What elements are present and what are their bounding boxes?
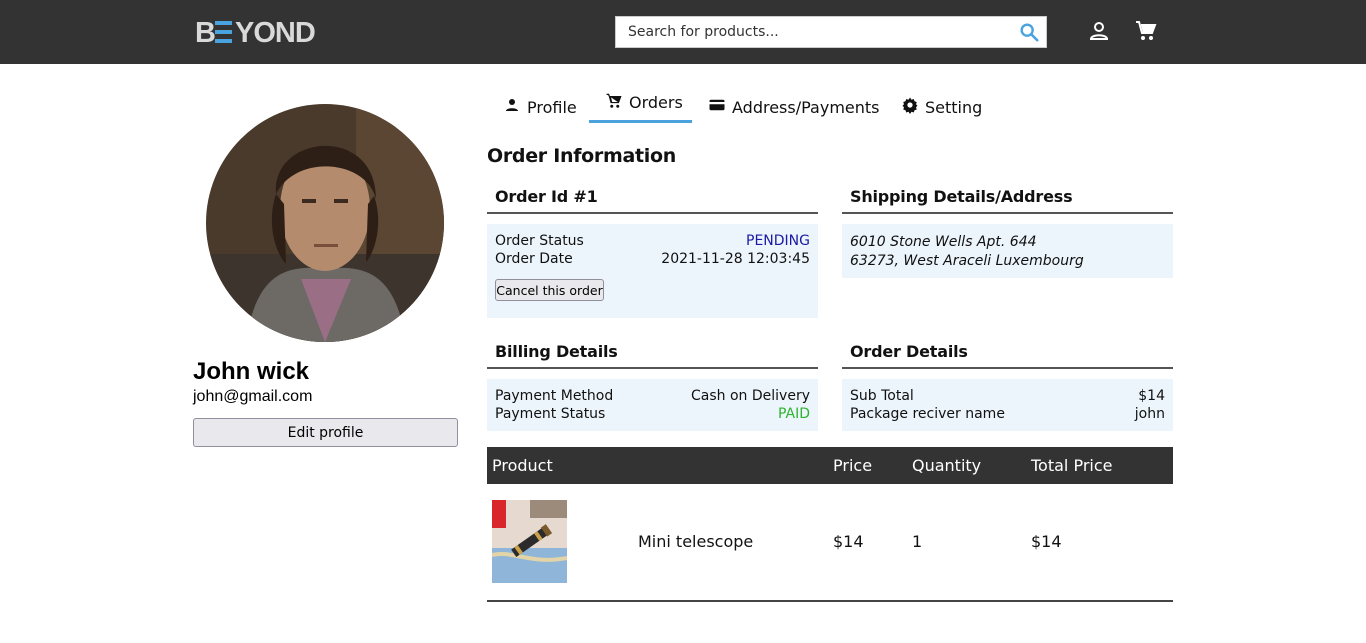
beyond-logo[interactable]: B YOND [195,16,321,49]
tab-address-payments[interactable]: Address/Payments [692,88,896,126]
order-date-value: 2021-11-28 12:03:45 [661,251,810,267]
user-email: john@gmail.com [193,388,313,405]
svg-text:B: B [195,17,215,48]
shipping-heading: Shipping Details/Address [842,182,1173,214]
receiver-row: Package reciver name john [850,406,1165,424]
label: Package reciver name [850,406,1005,422]
search-box [615,16,1047,48]
gear-icon [901,96,919,118]
svg-text:YOND: YOND [235,17,315,48]
column-header: Quantity [912,456,982,475]
subtotal-value: $14 [1138,388,1165,404]
label: Order Status [495,233,584,249]
shipping-card: 6010 Stone Wells Apt. 644 63273, West Ar… [842,224,1173,278]
product-total: $14 [1031,532,1062,551]
search-input[interactable] [616,17,1011,47]
product-price: $14 [833,532,864,551]
cart-icon[interactable] [1134,19,1158,43]
tab-label: Setting [925,97,983,117]
tab-setting[interactable]: Setting [885,88,998,126]
user-name: John wick [193,358,310,385]
order-id-heading: Order Id #1 [487,182,818,214]
column-header: Total Price [1031,456,1113,475]
tab-label: Address/Payments [732,97,880,117]
subtotal-row: Sub Total $14 [850,388,1165,406]
status-badge: PENDING [746,233,810,249]
tab-label: Orders [629,93,683,112]
order-status-row: Order Status PENDING [495,233,810,251]
payment-method-row: Payment Method Cash on Delivery [495,388,810,406]
profile-avatar [206,104,444,342]
label: Order Date [495,251,573,267]
table-row: Mini telescope $14 1 $14 [487,484,1173,602]
billing-card: Payment Method Cash on Delivery Payment … [487,379,818,431]
tab-orders[interactable]: Orders [589,85,692,123]
label: Payment Status [495,406,606,422]
product-quantity: 1 [912,532,923,551]
payment-method-value: Cash on Delivery [691,388,810,404]
label: Payment Method [495,388,614,404]
payment-status-badge: PAID [777,406,810,422]
top-nav-bar: B YOND [0,0,1366,64]
account-icon[interactable] [1087,19,1111,43]
order-status-card: Order Status PENDING Order Date 2021-11-… [487,224,818,318]
product-thumbnail[interactable] [492,500,567,583]
tab-profile[interactable]: Profile [487,88,593,126]
column-header: Product [492,456,553,475]
page-title: Order Information [487,145,676,167]
order-date-row: Order Date 2021-11-28 12:03:45 [495,251,810,269]
search-icon[interactable] [1018,21,1040,43]
product-name[interactable]: Mini telescope [638,532,753,551]
receiver-value: john [1134,406,1165,422]
credit-card-icon [708,96,726,118]
order-details-heading: Order Details [842,337,1173,369]
payment-status-row: Payment Status PAID [495,406,810,424]
cancel-order-button[interactable]: Cancel this order [495,279,604,301]
edit-profile-button[interactable]: Edit profile [193,418,458,447]
order-details-card: Sub Total $14 Package reciver name john [842,379,1173,431]
product-table-header: Product Price Quantity Total Price [487,447,1173,484]
person-icon [503,96,521,118]
label: Sub Total [850,388,914,404]
column-header: Price [833,456,873,475]
address-line-2: 63273, West Araceli Luxembourg [850,253,1084,269]
cart-icon [605,92,623,114]
billing-heading: Billing Details [487,337,818,369]
address-line-1: 6010 Stone Wells Apt. 644 [850,234,1037,250]
tab-label: Profile [527,97,577,117]
